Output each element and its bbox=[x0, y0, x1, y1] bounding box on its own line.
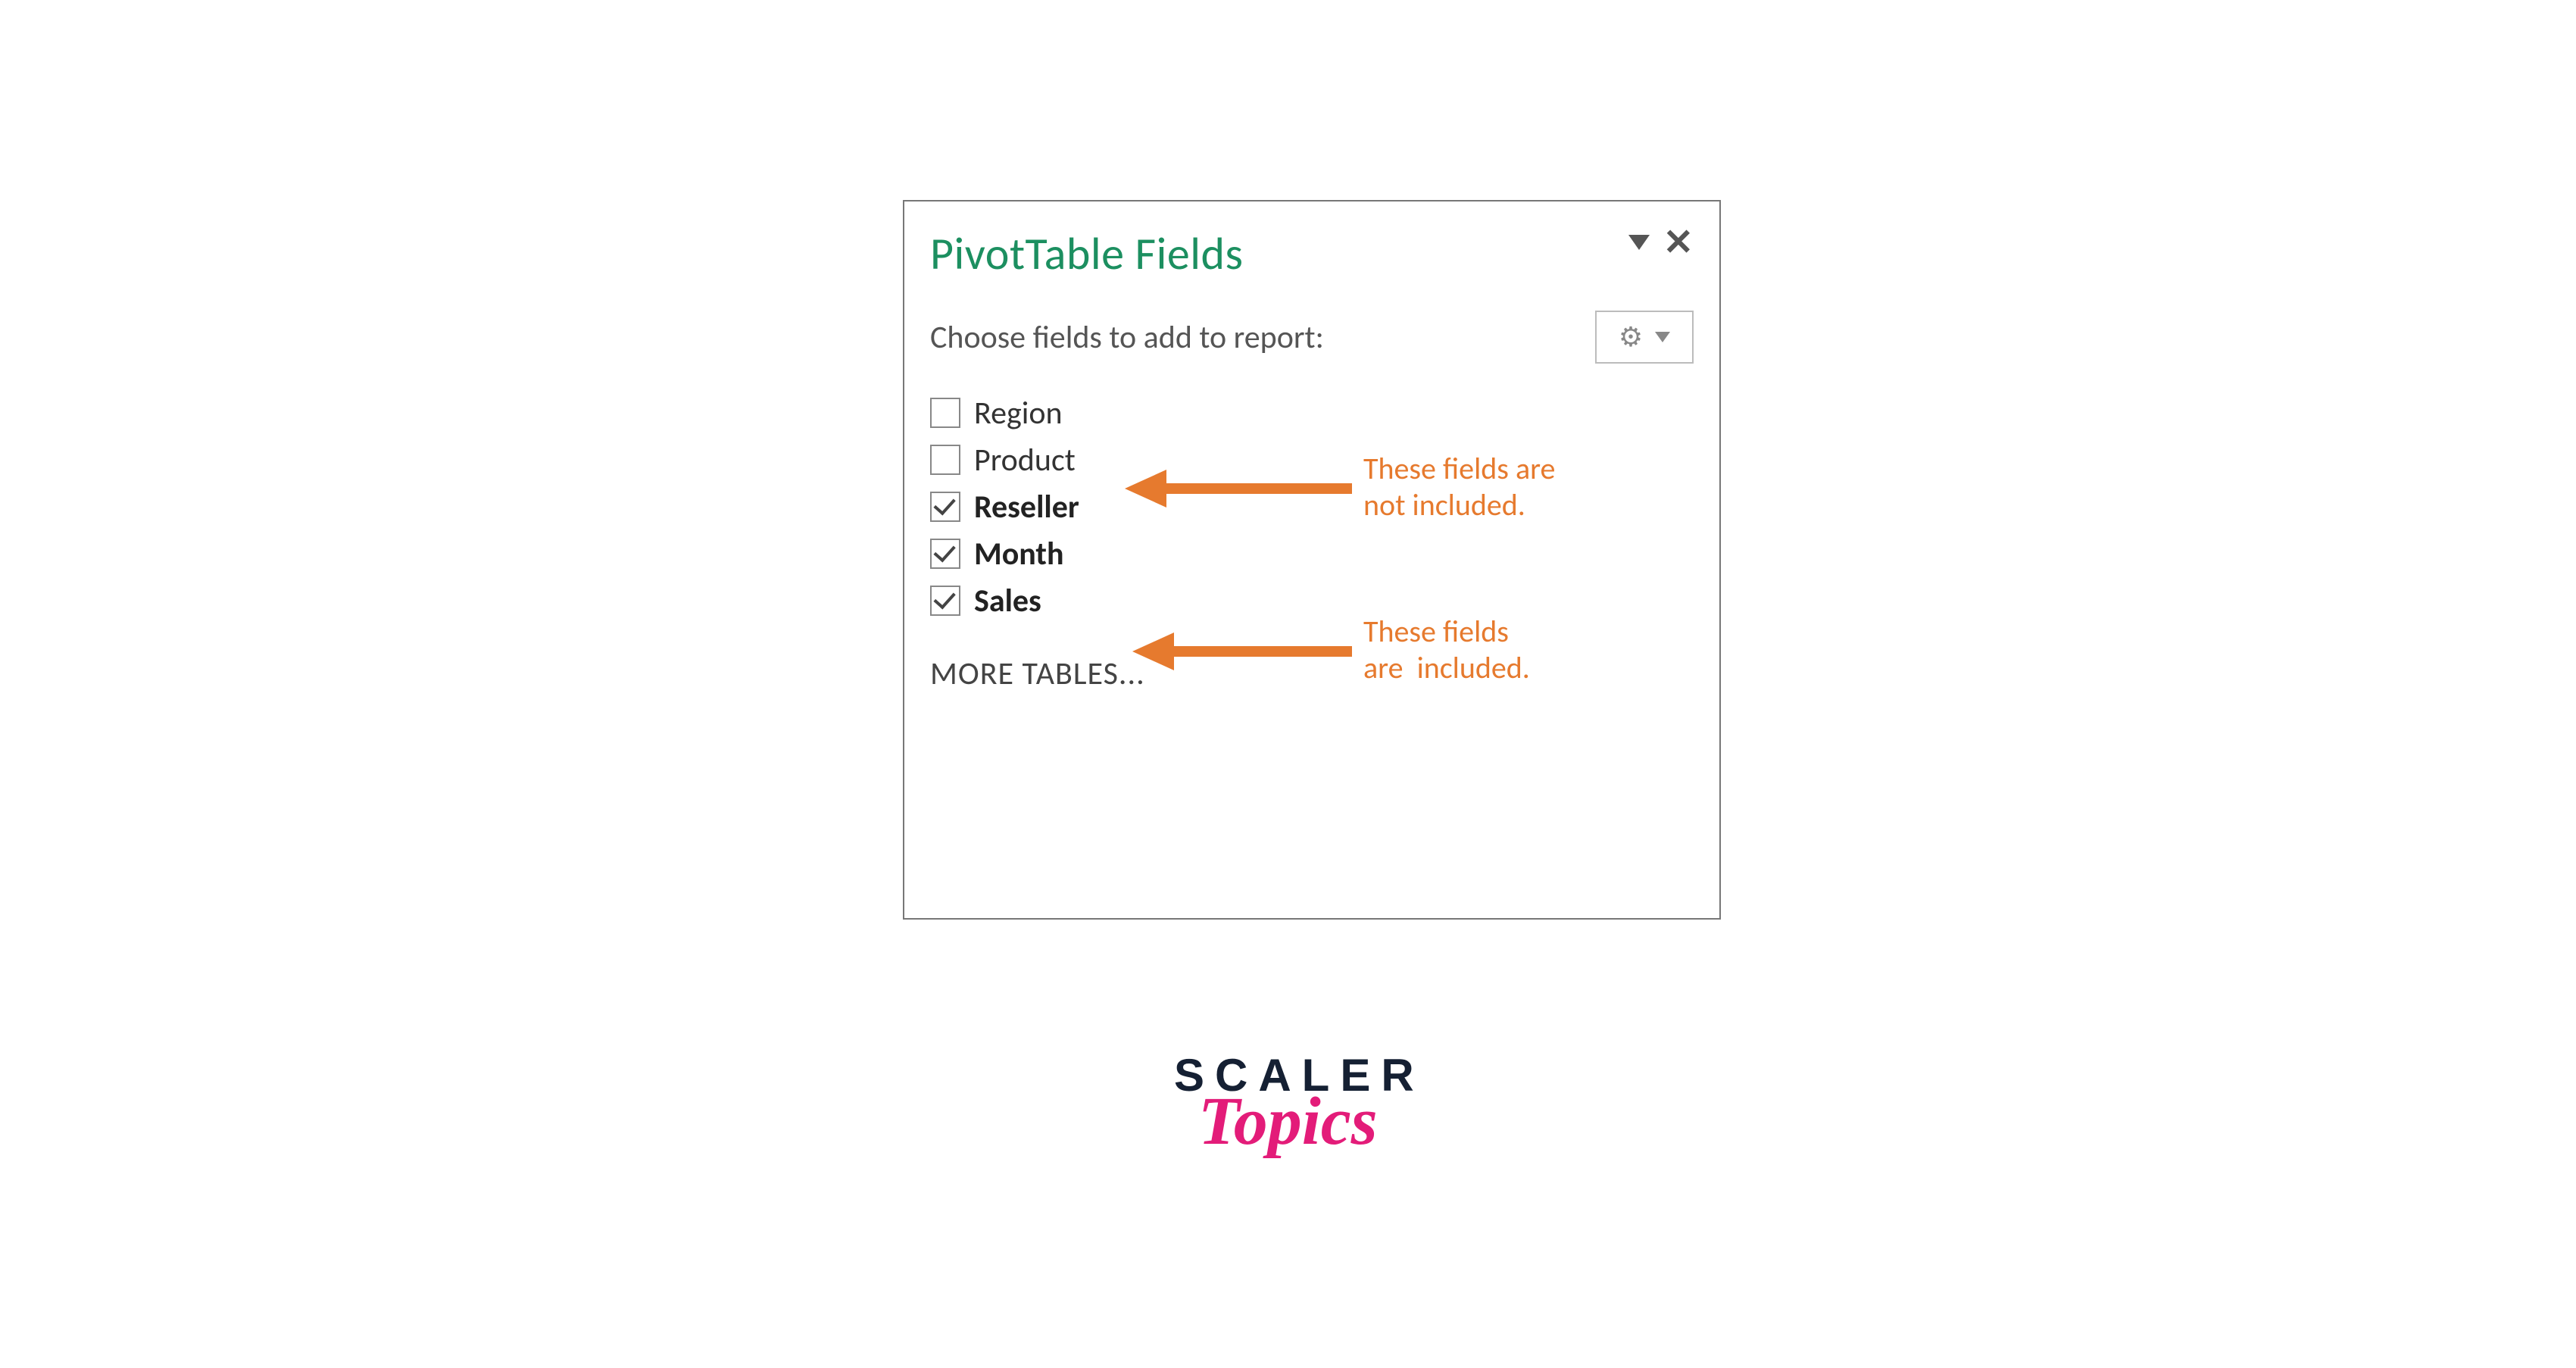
field-label: Month bbox=[974, 535, 1064, 573]
field-row-region[interactable]: Region bbox=[930, 389, 1694, 436]
field-row-sales[interactable]: Sales bbox=[930, 577, 1694, 624]
field-label: Sales bbox=[974, 582, 1041, 620]
field-label: Reseller bbox=[974, 488, 1079, 526]
panel-title: PivotTable Fields bbox=[930, 226, 1244, 282]
panel-subtitle: Choose fields to add to report: bbox=[930, 318, 1324, 357]
checkbox-sales[interactable] bbox=[930, 586, 960, 616]
field-label: Product bbox=[974, 441, 1076, 479]
panel-header: PivotTable Fields ✕ bbox=[930, 220, 1694, 288]
gear-icon: ⚙ bbox=[1619, 320, 1643, 354]
annotation-not-included: These fields are not included. bbox=[1363, 451, 1555, 523]
checkbox-product[interactable] bbox=[930, 445, 960, 475]
panel-subheader-row: Choose fields to add to report: ⚙ bbox=[930, 311, 1694, 364]
arrow-not-included bbox=[1125, 462, 1352, 515]
arrow-included bbox=[1132, 625, 1352, 678]
panel-header-controls: ✕ bbox=[1628, 224, 1694, 261]
field-list-tools-button[interactable]: ⚙ bbox=[1595, 311, 1694, 364]
checkbox-month[interactable] bbox=[930, 539, 960, 569]
checkbox-reseller[interactable] bbox=[930, 492, 960, 522]
panel-options-dropdown-icon[interactable] bbox=[1628, 235, 1650, 250]
pivottable-fields-panel: PivotTable Fields ✕ Choose fields to add… bbox=[903, 200, 1721, 920]
field-row-month[interactable]: Month bbox=[930, 530, 1694, 577]
close-icon[interactable]: ✕ bbox=[1663, 224, 1694, 261]
annotation-included: These fields are included. bbox=[1363, 614, 1530, 686]
checkbox-region[interactable] bbox=[930, 398, 960, 428]
chevron-down-icon bbox=[1655, 332, 1670, 342]
scaler-topics-logo: SCALER Topics bbox=[1174, 1053, 1425, 1156]
field-label: Region bbox=[974, 394, 1063, 433]
